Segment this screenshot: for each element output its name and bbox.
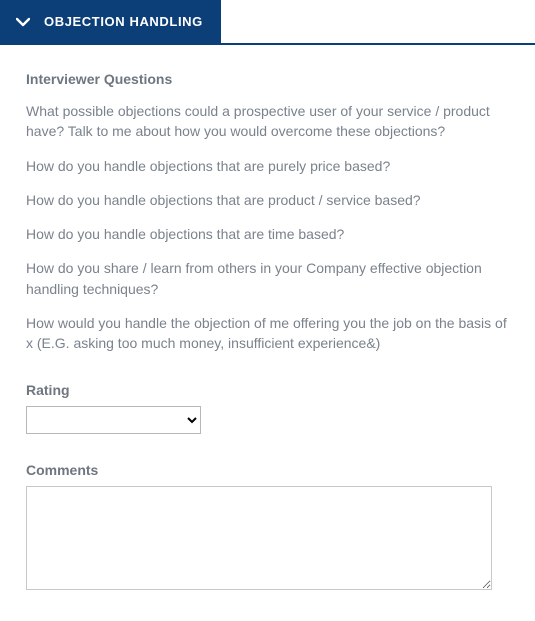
header-bar: OBJECTION HANDLING — [0, 0, 535, 45]
header-title: OBJECTION HANDLING — [44, 14, 203, 29]
comments-label: Comments — [26, 462, 509, 478]
rating-select[interactable] — [26, 406, 201, 434]
question-item: What possible objections could a prospec… — [26, 101, 509, 142]
question-item: How do you share / learn from others in … — [26, 258, 509, 299]
comments-textarea[interactable] — [26, 486, 492, 590]
content-area: Interviewer Questions What possible obje… — [0, 45, 535, 621]
section-title: Interviewer Questions — [26, 71, 509, 87]
chevron-down-icon — [16, 17, 30, 27]
comments-field: Comments — [26, 462, 509, 595]
question-item: How do you handle objections that are pr… — [26, 190, 509, 210]
rating-label: Rating — [26, 382, 509, 398]
question-item: How do you handle objections that are pu… — [26, 156, 509, 176]
question-item: How would you handle the objection of me… — [26, 313, 509, 354]
question-list: What possible objections could a prospec… — [26, 101, 509, 354]
header-tab-objection-handling[interactable]: OBJECTION HANDLING — [0, 0, 221, 43]
question-item: How do you handle objections that are ti… — [26, 224, 509, 244]
rating-field: Rating — [26, 382, 509, 434]
